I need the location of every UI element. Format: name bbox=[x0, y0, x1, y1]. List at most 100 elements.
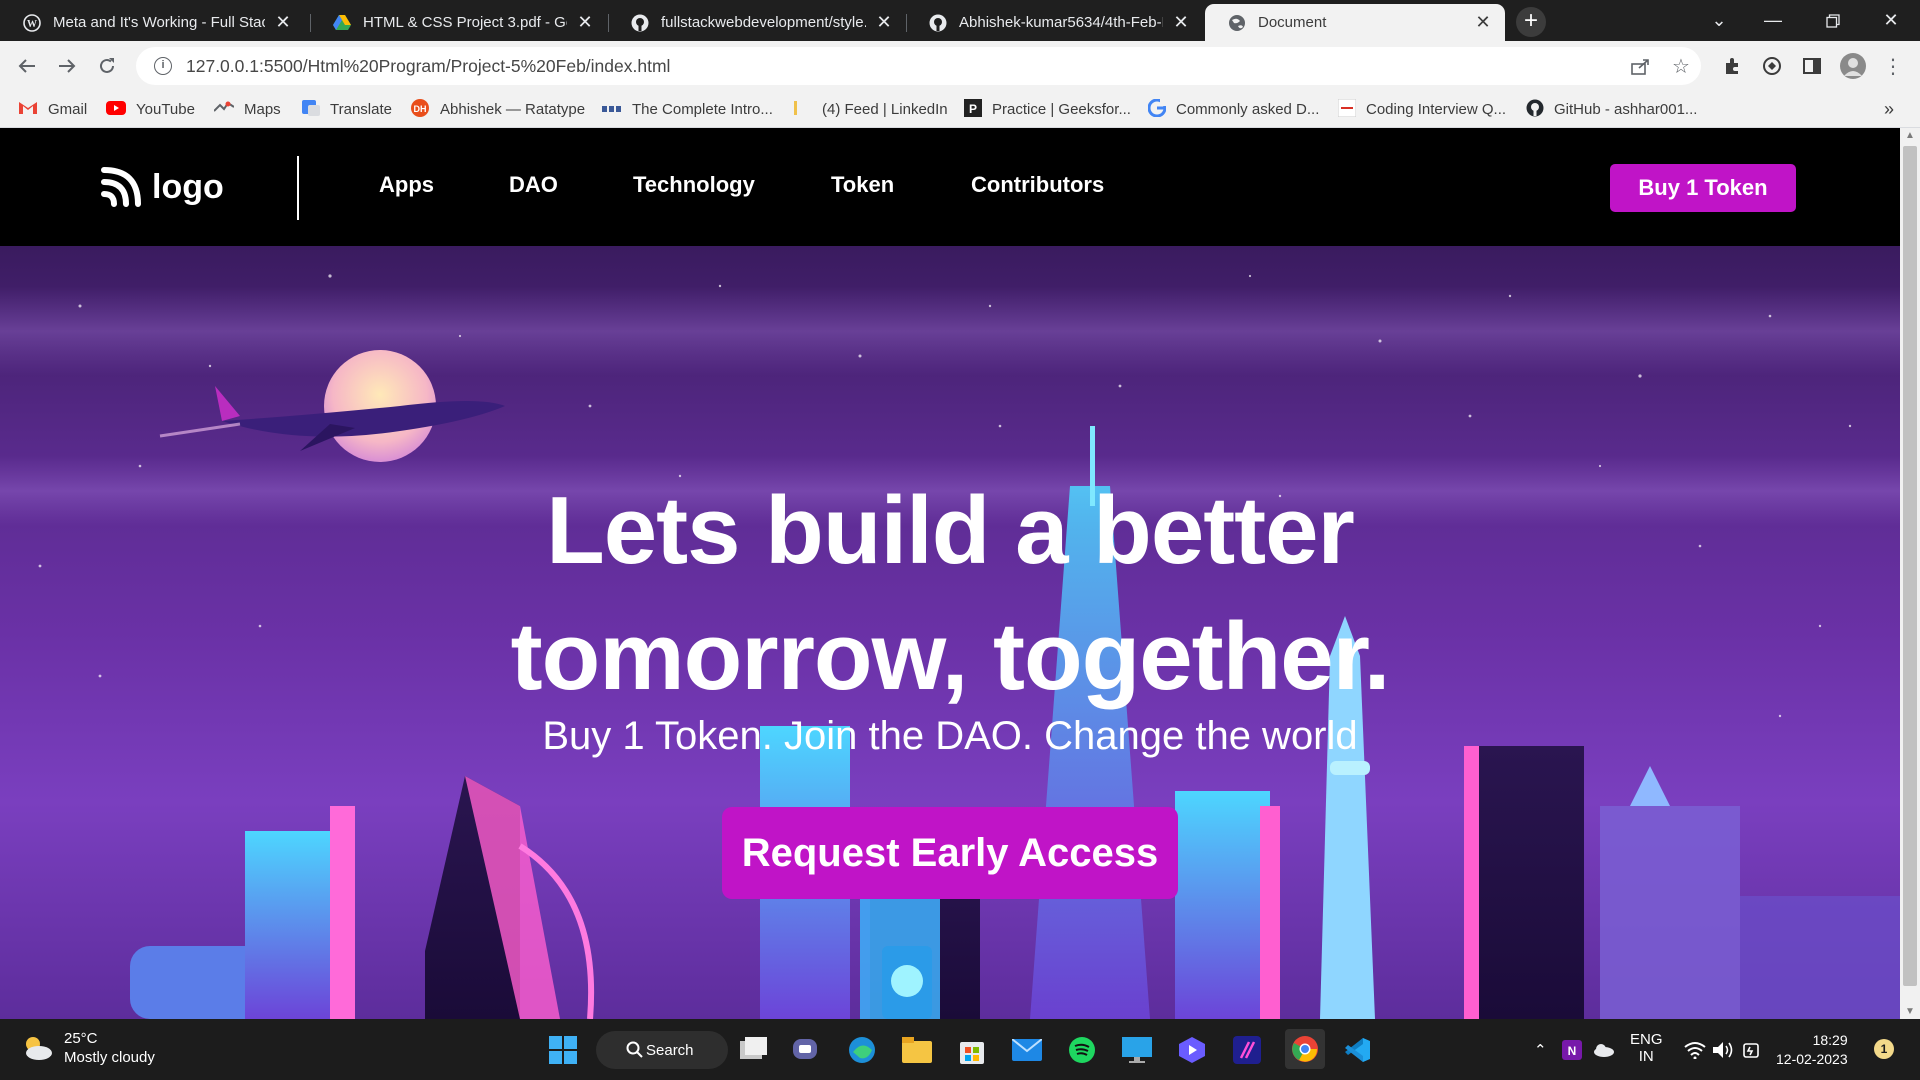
reload-icon[interactable] bbox=[92, 51, 122, 81]
close-icon[interactable]: ✕ bbox=[575, 12, 595, 33]
clock-time: 18:29 bbox=[1812, 1032, 1848, 1048]
close-icon[interactable]: ✕ bbox=[1473, 12, 1493, 33]
bookmark-youtube[interactable]: YouTube bbox=[106, 91, 195, 128]
bookmark-geeksforgeeks[interactable]: P Practice | Geeksfor... bbox=[964, 91, 1131, 128]
close-window-icon[interactable]: ✕ bbox=[1862, 0, 1920, 41]
svg-text:N: N bbox=[1568, 1044, 1577, 1058]
taskbar-search[interactable]: Search bbox=[596, 1031, 728, 1069]
clock-date: 12-02-2023 bbox=[1776, 1051, 1848, 1067]
github-icon bbox=[631, 14, 649, 32]
tab-title: Abhishek-kumar5634/4th-Feb-Pr bbox=[959, 14, 1163, 31]
site-logo[interactable]: logo bbox=[100, 160, 224, 214]
spotify-icon[interactable] bbox=[1065, 1033, 1099, 1067]
close-icon[interactable]: ✕ bbox=[874, 12, 894, 33]
globe-icon bbox=[1228, 14, 1246, 32]
site-info-icon[interactable]: i bbox=[154, 57, 172, 75]
chrome-icon[interactable] bbox=[1285, 1029, 1325, 1069]
weather-desc: Mostly cloudy bbox=[64, 1049, 155, 1066]
wifi-icon[interactable] bbox=[1684, 1019, 1706, 1080]
mail-icon[interactable] bbox=[1010, 1033, 1044, 1067]
more-bookmarks-chevron[interactable]: » bbox=[1884, 91, 1894, 128]
tab-github-repo[interactable]: Abhishek-kumar5634/4th-Feb-Pr ✕ bbox=[906, 4, 1203, 41]
purple-app-icon[interactable] bbox=[1230, 1033, 1264, 1067]
close-icon[interactable]: ✕ bbox=[273, 12, 293, 33]
hero-title-line2: tomorrow, together. bbox=[510, 603, 1391, 710]
restore-icon[interactable] bbox=[1804, 0, 1862, 41]
share-icon[interactable] bbox=[1626, 51, 1656, 81]
forward-icon[interactable] bbox=[52, 51, 82, 81]
nav-link-apps[interactable]: Apps bbox=[379, 172, 434, 198]
linkedin-feed-icon bbox=[792, 99, 812, 121]
bookmark-translate[interactable]: Translate bbox=[302, 91, 392, 128]
language-indicator[interactable]: ENG IN bbox=[1630, 1031, 1663, 1065]
github-icon bbox=[929, 14, 947, 32]
nav-link-technology[interactable]: Technology bbox=[633, 172, 755, 198]
tab-search-chevron-icon[interactable]: ⌄ bbox=[1690, 0, 1748, 41]
bookmark-linkedin[interactable]: (4) Feed | LinkedIn bbox=[792, 91, 948, 128]
minimize-icon[interactable]: — bbox=[1744, 0, 1802, 41]
tab-document[interactable]: Document ✕ bbox=[1205, 4, 1505, 41]
bookmark-maps[interactable]: Maps bbox=[213, 91, 281, 128]
extension-swirl-icon[interactable] bbox=[1757, 51, 1787, 81]
logo-text: logo bbox=[152, 167, 224, 206]
microsoft-store-icon[interactable] bbox=[955, 1033, 989, 1067]
tab-project-pdf[interactable]: HTML & CSS Project 3.pdf - Goog ✕ bbox=[310, 4, 607, 41]
language-line2: IN bbox=[1638, 1048, 1654, 1065]
nav-divider bbox=[297, 156, 299, 220]
bookmark-commonly-asked[interactable]: Commonly asked D... bbox=[1147, 91, 1319, 128]
taskbar-search-label: Search bbox=[646, 1041, 694, 1059]
teams-chat-icon[interactable] bbox=[790, 1033, 824, 1067]
page-viewport: logo Apps DAO Technology Token Contribut… bbox=[0, 128, 1900, 1019]
nav-link-token[interactable]: Token bbox=[831, 172, 894, 198]
close-icon[interactable]: ✕ bbox=[1171, 12, 1191, 33]
buy-token-button[interactable]: Buy 1 Token bbox=[1610, 164, 1796, 212]
bookmark-star-icon[interactable]: ☆ bbox=[1666, 51, 1696, 81]
side-panel-icon[interactable] bbox=[1797, 51, 1827, 81]
google-drive-icon bbox=[333, 14, 351, 32]
profile-avatar[interactable] bbox=[1838, 51, 1868, 81]
weather-widget[interactable]: 25°C Mostly cloudy bbox=[20, 1029, 155, 1067]
back-icon[interactable] bbox=[12, 51, 42, 81]
request-early-access-button[interactable]: Request Early Access bbox=[722, 807, 1178, 899]
edge-icon[interactable] bbox=[845, 1033, 879, 1067]
course-icon bbox=[602, 101, 622, 118]
svg-text:W: W bbox=[27, 19, 37, 30]
windows-start-icon[interactable] bbox=[546, 1033, 580, 1067]
google-icon bbox=[1147, 98, 1167, 121]
address-bar[interactable]: i 127.0.0.1:5500/Html%20Program/Project-… bbox=[136, 47, 1701, 85]
hero-subtitle: Buy 1 Token. Join the DAO. Change the wo… bbox=[542, 714, 1358, 758]
new-tab-button[interactable]: + bbox=[1516, 7, 1546, 37]
notification-badge[interactable]: 1 bbox=[1874, 1039, 1894, 1059]
bookmark-gmail[interactable]: Gmail bbox=[18, 91, 87, 128]
volume-icon[interactable] bbox=[1712, 1019, 1734, 1080]
vscode-icon[interactable] bbox=[1340, 1033, 1374, 1067]
tray-overflow-chevron-icon[interactable]: ⌃ bbox=[1534, 1019, 1547, 1080]
onedrive-cloud-icon[interactable] bbox=[1592, 1019, 1614, 1080]
bookmark-complete-intro[interactable]: The Complete Intro... bbox=[602, 91, 773, 128]
scroll-up-arrow-icon[interactable]: ▲ bbox=[1900, 130, 1920, 141]
file-explorer-icon[interactable] bbox=[900, 1033, 934, 1067]
site-header: logo Apps DAO Technology Token Contribut… bbox=[0, 128, 1900, 246]
desktop-icon[interactable] bbox=[1120, 1033, 1154, 1067]
tab-meta-working[interactable]: W Meta and It's Working - Full Stac ✕ bbox=[0, 4, 305, 41]
bookmark-github[interactable]: GitHub - ashhar001... bbox=[1526, 91, 1697, 128]
language-line1: ENG bbox=[1630, 1031, 1663, 1048]
browser-toolbar: i 127.0.0.1:5500/Html%20Program/Project-… bbox=[0, 41, 1920, 91]
tab-style-css[interactable]: fullstackwebdevelopment/style.cs ✕ bbox=[608, 4, 906, 41]
scrollbar-thumb[interactable] bbox=[1903, 146, 1917, 986]
extensions-icon[interactable] bbox=[1717, 51, 1747, 81]
page-scrollbar[interactable]: ▲ ▼ bbox=[1900, 128, 1920, 1019]
nav-link-dao[interactable]: DAO bbox=[509, 172, 558, 198]
scroll-down-arrow-icon[interactable]: ▼ bbox=[1900, 1006, 1920, 1017]
nav-link-contributors[interactable]: Contributors bbox=[971, 172, 1104, 198]
taskbar-clock[interactable]: 18:29 12-02-2023 bbox=[1776, 1031, 1848, 1069]
task-view-icon[interactable] bbox=[737, 1033, 771, 1067]
onenote-tray-icon[interactable]: N bbox=[1562, 1019, 1582, 1080]
menu-kebab-icon[interactable]: ⋮ bbox=[1878, 51, 1908, 81]
tab-title: fullstackwebdevelopment/style.cs bbox=[661, 14, 866, 31]
video-editor-icon[interactable] bbox=[1175, 1033, 1209, 1067]
battery-plug-icon[interactable] bbox=[1742, 1019, 1762, 1080]
bookmark-ratatype[interactable]: DH Abhishek — Ratatype bbox=[410, 91, 585, 128]
bookmark-coding-interview[interactable]: Coding Interview Q... bbox=[1337, 91, 1506, 128]
maps-icon bbox=[213, 101, 235, 119]
